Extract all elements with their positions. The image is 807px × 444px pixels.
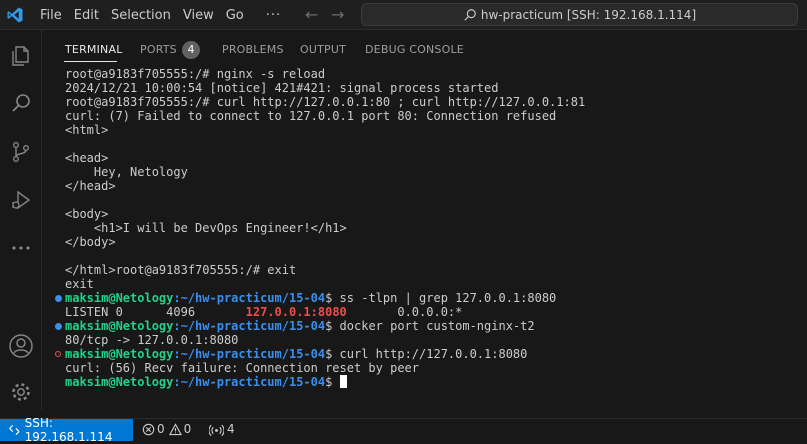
terminal-line: root@a9183f705555:/# nginx -s reload xyxy=(65,67,326,81)
account-icon[interactable] xyxy=(7,332,35,360)
ports-icon xyxy=(209,424,224,436)
remote-indicator[interactable]: SSH: 192.168.1.114 xyxy=(0,416,133,444)
warning-icon xyxy=(168,422,182,435)
status-bar: SSH: 192.168.1.114 0 0 4 xyxy=(0,416,807,444)
forward-arrow-icon[interactable]: → xyxy=(331,5,344,24)
tab-output[interactable]: OUTPUT xyxy=(300,43,346,56)
command-text: $ ss -tlpn | grep 127.0.0.1:8080 xyxy=(325,291,557,305)
terminal-line: exit xyxy=(65,277,94,291)
terminal-line: 80/tcp -> 127.0.0.1:8080 xyxy=(65,333,239,347)
prompt-path: :~/hw-practicum/15-04 xyxy=(173,347,326,361)
prompt-user: maksim@Netology xyxy=(65,291,174,305)
remote-icon xyxy=(9,424,20,436)
prompt-line: maksim@Netology:~/hw-practicum/15-04$ do… xyxy=(65,319,535,333)
tab-terminal[interactable]: TERMINAL xyxy=(65,43,123,56)
explorer-icon[interactable] xyxy=(7,42,35,70)
prompt-user: maksim@Netology xyxy=(65,375,174,389)
terminal-line: LISTEN 0 4096 127.0.0.1:8080 0.0.0.0:* xyxy=(65,305,462,319)
prompt-path: :~/hw-practicum/15-04 xyxy=(173,319,326,333)
source-control-icon[interactable] xyxy=(7,138,35,166)
command-text: $ xyxy=(325,375,340,389)
tab-debug-console[interactable]: DEBUG CONSOLE xyxy=(365,43,464,56)
menu-view[interactable]: View xyxy=(183,8,214,23)
more-menu-icon[interactable]: ··· xyxy=(266,8,281,23)
terminal-line: <head> xyxy=(65,151,109,165)
menu-edit[interactable]: Edit xyxy=(74,8,99,23)
error-count: 0 xyxy=(157,422,165,436)
tab-problems[interactable]: PROBLEMS xyxy=(222,43,284,56)
terminal-line: 2024/12/21 10:00:54 [notice] 421#421: si… xyxy=(65,81,499,95)
menu-file[interactable]: File xyxy=(40,8,62,23)
error-icon xyxy=(142,423,155,435)
search-label: hw-practicum [SSH: 192.168.1.114] xyxy=(480,7,697,22)
settings-gear-icon[interactable] xyxy=(7,378,35,406)
command-success-decoration[interactable] xyxy=(55,295,62,302)
terminal-line: </html>root@a9183f705555:/# exit xyxy=(65,263,297,277)
title-bar: File Edit Selection View Go ··· ← → hw-p… xyxy=(0,0,807,30)
terminal-output[interactable]: root@a9183f705555:/# nginx -s reload 202… xyxy=(52,67,802,405)
terminal-cursor xyxy=(339,375,347,388)
vscode-logo-icon xyxy=(7,7,23,23)
prompt-line: maksim@Netology:~/hw-practicum/15-04$ ss… xyxy=(65,291,556,305)
terminal-line: curl: (56) Recv failure: Connection rese… xyxy=(65,361,420,375)
warning-count: 0 xyxy=(183,422,192,436)
tab-ports[interactable]: PORTS xyxy=(140,43,177,56)
menu-go[interactable]: Go xyxy=(226,8,244,23)
search-icon xyxy=(464,8,476,21)
command-error-decoration[interactable] xyxy=(55,351,61,357)
back-arrow-icon[interactable]: ← xyxy=(305,5,318,24)
more-icon[interactable] xyxy=(7,234,35,262)
prompt-line: maksim@Netology:~/hw-practicum/15-04$ xyxy=(65,375,347,389)
prompt-path: :~/hw-practicum/15-04 xyxy=(173,291,326,305)
menu-bar: File Edit Selection View Go ··· xyxy=(40,0,293,30)
active-tab-indicator xyxy=(64,61,117,62)
command-center-search[interactable]: hw-practicum [SSH: 192.168.1.114] xyxy=(361,3,798,26)
terminal-line: </body> xyxy=(65,235,116,249)
terminal-line: Hey, Netology xyxy=(65,165,188,179)
grep-match: 127.0.0.1:8080 xyxy=(245,305,347,319)
listen-prefix: LISTEN 0 4096 xyxy=(65,305,246,319)
prompt-line: maksim@Netology:~/hw-practicum/15-04$ cu… xyxy=(65,347,527,361)
command-success-decoration[interactable] xyxy=(55,323,62,330)
problems-status[interactable]: 0 0 xyxy=(142,422,191,436)
terminal-line: </head> xyxy=(65,179,116,193)
search-view-icon[interactable] xyxy=(7,90,35,118)
terminal-line: <h1>I will be DevOps Engineer!</h1> xyxy=(65,221,347,235)
forwarded-ports-status[interactable]: 4 xyxy=(209,422,235,436)
command-text: $ docker port custom-nginx-t2 xyxy=(325,319,535,333)
command-text: $ curl http://127.0.0.1:8080 xyxy=(325,347,528,361)
activity-bar xyxy=(0,30,42,410)
listen-peer: 0.0.0.0:* xyxy=(346,305,463,319)
ports-count: 4 xyxy=(227,422,235,436)
panel-tabs: TERMINAL PORTS PROBLEMS OUTPUT DEBUG CON… xyxy=(42,30,807,68)
terminal-line: <html> xyxy=(65,123,109,137)
run-debug-icon[interactable] xyxy=(7,186,35,214)
terminal-line: root@a9183f705555:/# curl http://127.0.0… xyxy=(65,95,586,109)
prompt-user: maksim@Netology xyxy=(65,319,174,333)
menu-selection[interactable]: Selection xyxy=(111,8,171,23)
terminal-line: <body> xyxy=(65,207,109,221)
prompt-path: :~/hw-practicum/15-04 xyxy=(173,375,326,389)
prompt-user: maksim@Netology xyxy=(65,347,174,361)
ports-count-badge: 4 xyxy=(182,41,200,59)
terminal-line: curl: (7) Failed to connect to 127.0.0.1… xyxy=(65,109,557,123)
